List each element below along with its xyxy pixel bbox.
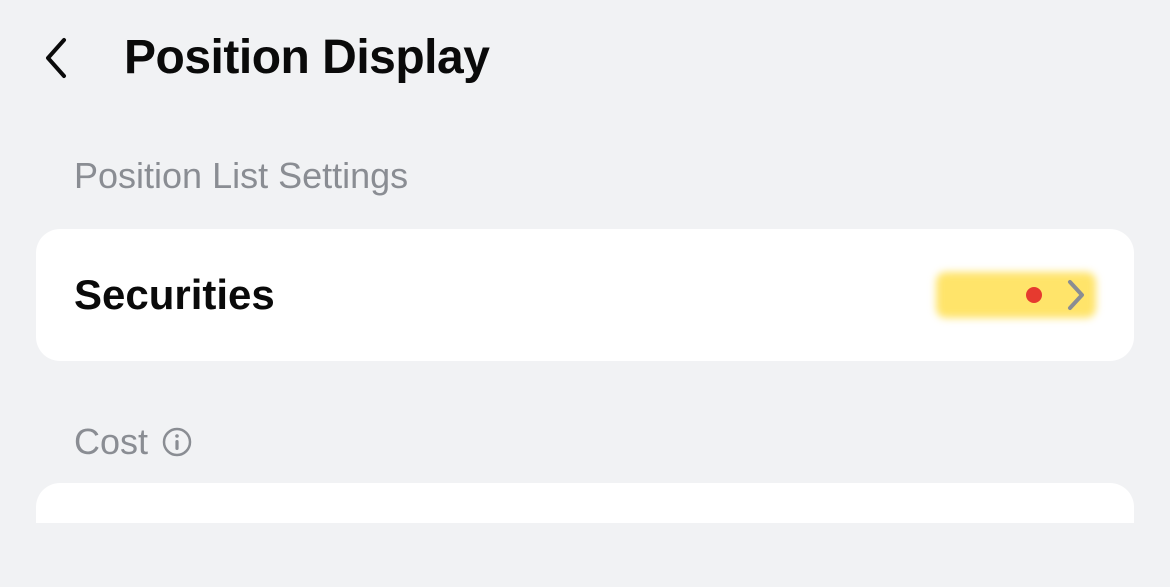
back-button[interactable] (36, 33, 76, 83)
page-title: Position Display (124, 30, 489, 85)
chevron-right-icon (1066, 278, 1086, 312)
list-item-label: Securities (74, 271, 275, 319)
list-item-right (936, 272, 1096, 318)
page-header: Position Display (0, 0, 1170, 105)
list-item-securities[interactable]: Securities (36, 229, 1134, 361)
section-label-cost: Cost (74, 421, 148, 463)
section-header-cost: Cost (0, 361, 1170, 463)
chevron-left-icon (42, 36, 70, 80)
list-item-stub (36, 483, 1134, 523)
notification-dot-icon (1026, 287, 1042, 303)
section-label-position-list: Position List Settings (0, 105, 1170, 217)
info-icon[interactable] (162, 427, 192, 457)
